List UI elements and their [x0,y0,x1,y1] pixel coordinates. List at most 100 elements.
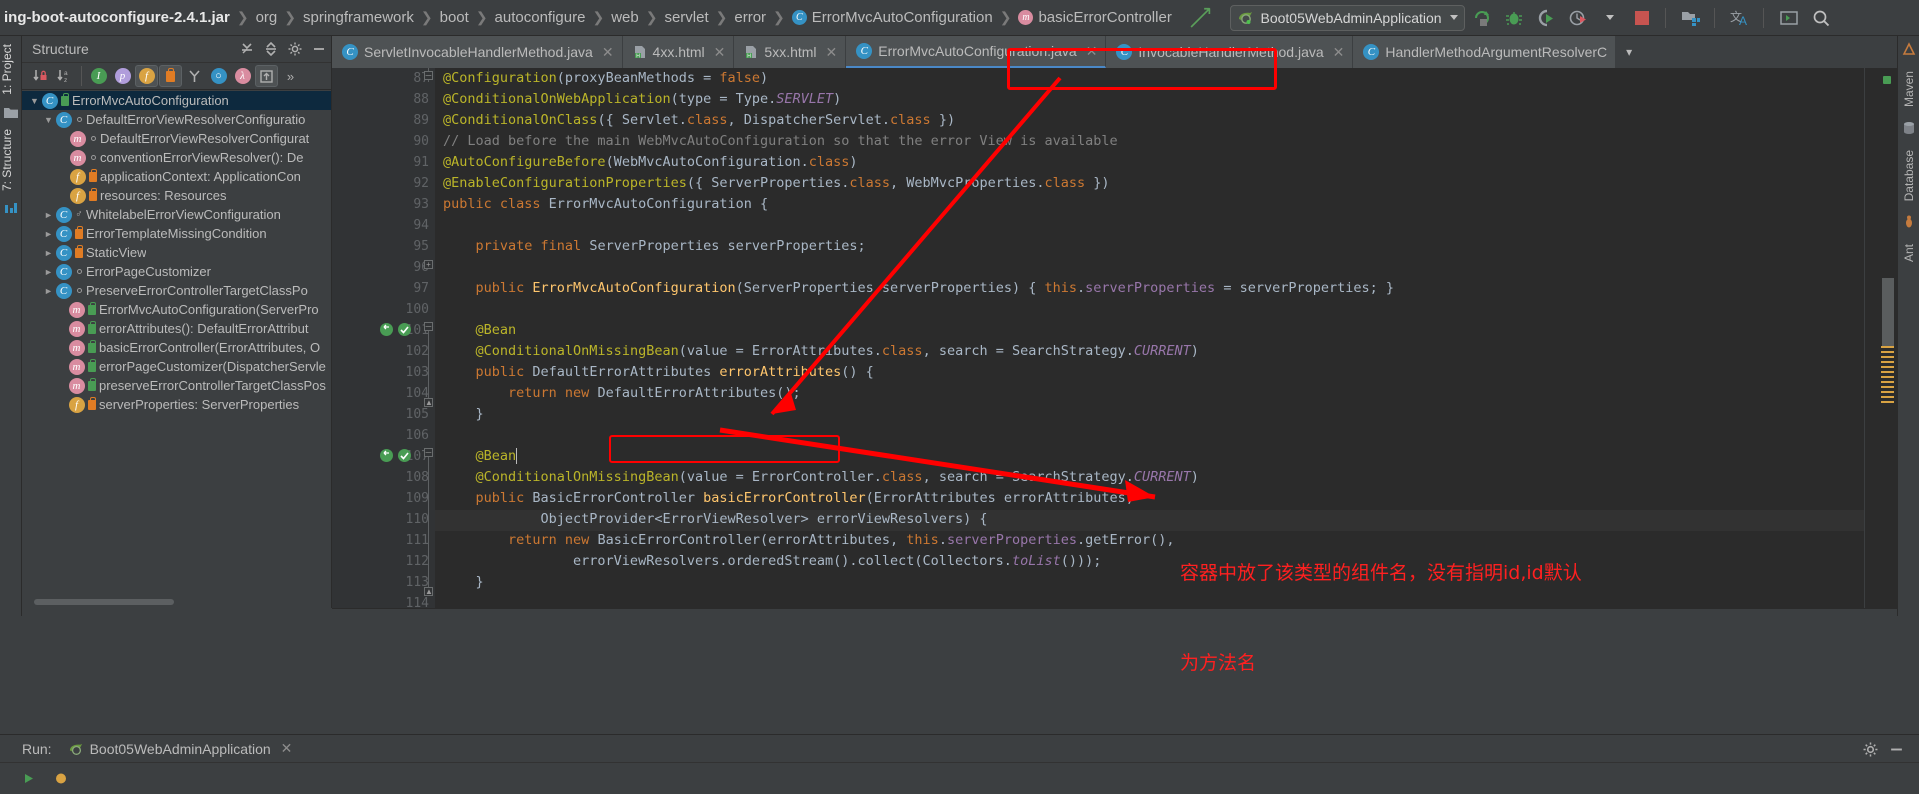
hide-icon[interactable] [1883,738,1909,760]
editor-tab-servlet-invocable-handler-method[interactable]: C ServletInvocableHandlerMethod.java ✕ [332,36,623,68]
hide-icon[interactable] [307,38,331,60]
breadcrumb-item-jar[interactable]: ing-boot-autoconfigure-2.4.1.jar [4,9,230,26]
run-with-coverage-button[interactable] [1531,5,1561,31]
group-by-icon[interactable] [183,65,206,87]
inspection-status-ok-icon[interactable] [1883,76,1891,84]
close-icon[interactable]: ✕ [714,44,726,61]
close-icon[interactable]: ✕ [1333,44,1345,61]
fold-marker[interactable]: ─ [424,71,433,80]
twisty-down-icon[interactable]: ▼ [42,115,55,125]
show-fields-icon[interactable]: f [135,65,158,87]
twisty-down-icon[interactable]: ▼ [28,96,41,106]
tree-node[interactable]: m errorAttributes(): DefaultErrorAttribu… [22,319,331,338]
close-icon[interactable]: ✕ [602,44,614,61]
gear-icon[interactable] [283,38,307,60]
tree-node[interactable]: f serverProperties: ServerProperties [22,395,331,414]
tree-node[interactable]: m DefaultErrorViewResolverConfigurat [22,129,331,148]
more-icon[interactable]: » [279,65,302,87]
chevron-down-icon[interactable] [1449,15,1458,20]
tree-node[interactable]: ► C ErrorPageCustomizer [22,262,331,281]
fold-marker[interactable]: ▲ [424,398,433,407]
breadcrumb-item-boot[interactable]: boot [440,9,469,26]
profiler-button[interactable] [1563,5,1593,31]
code-text[interactable]: @Configuration(proxyBeanMethods = false)… [435,68,1864,608]
stop-button[interactable] [1627,5,1657,31]
run-button[interactable] [1467,5,1497,31]
project-structure-button[interactable] [1676,5,1706,31]
tree-node[interactable]: ► C StaticView [22,243,331,262]
show-non-public-icon[interactable] [159,65,182,87]
breadcrumb-item-autoconfigure[interactable]: autoconfigure [495,9,586,26]
run-configuration-selector[interactable]: Boot05WebAdminApplication [1230,4,1465,31]
debug-button[interactable] [1499,5,1529,31]
tree-node[interactable]: ▼ C DefaultErrorViewResolverConfiguratio [22,110,331,129]
bottom-todo-icon[interactable] [54,772,68,785]
editor-gutter[interactable]: 87 88 89 90 91 92 93 94 95 96 97 100 101… [332,68,435,608]
breadcrumb-item-org[interactable]: org [256,9,278,26]
collapse-all-icon[interactable] [259,38,283,60]
fold-marker[interactable]: ▲ [424,587,433,596]
profiler-dropdown-icon[interactable] [1595,5,1625,31]
sidebar-item-ant[interactable]: Ant [1902,240,1916,266]
sidebar-item-maven[interactable]: Maven [1902,67,1916,111]
sort-by-visibility-icon[interactable] [28,65,51,87]
tree-node[interactable]: f applicationContext: ApplicationCon [22,167,331,186]
sidebar-item-structure[interactable]: 7: Structure [0,125,14,195]
spring-bean-icon[interactable] [397,448,412,468]
build-arrow-icon[interactable]: ⟶ [1181,0,1219,36]
editor-tab-error-mvc-auto-configuration[interactable]: C ErrorMvcAutoConfiguration.java ✕ [846,36,1107,68]
expand-all-icon[interactable] [235,38,259,60]
show-anonymous-icon[interactable]: ○ [207,65,230,87]
tree-node[interactable]: m errorPageCustomizer(DispatcherServle [22,357,331,376]
tree-node[interactable]: f resources: Resources [22,186,331,205]
tree-node[interactable]: m conventionErrorViewResolver(): De [22,148,331,167]
editor-tab-handler-method-argument-resolver[interactable]: C HandlerMethodArgumentResolverC [1353,36,1617,68]
twisty-right-icon[interactable]: ► [42,210,55,220]
show-lambdas-icon[interactable]: λ [231,65,254,87]
editor-tab-invocable-handler-method[interactable]: C InvocableHandlerMethod.java ✕ [1106,36,1354,68]
search-everywhere-button[interactable] [1806,5,1836,31]
favorites-icon[interactable] [0,202,21,215]
close-icon[interactable]: ✕ [1086,43,1098,60]
tree-node[interactable]: m basicErrorController(ErrorAttributes, … [22,338,331,357]
breadcrumb-item-class[interactable]: C ErrorMvcAutoConfiguration [791,9,993,26]
twisty-right-icon[interactable]: ► [42,286,55,296]
editor-tab-4xx-html[interactable]: H 4xx.html ✕ [622,36,735,68]
fold-marker[interactable]: ─ [424,448,433,457]
close-icon[interactable]: ✕ [826,44,838,61]
translate-button[interactable]: 文 A [1725,5,1755,31]
twisty-right-icon[interactable]: ► [42,248,55,258]
sort-alphabetically-icon[interactable]: az [52,65,75,87]
breadcrumb-item-method[interactable]: m basicErrorController [1018,9,1172,26]
sidebar-item-project[interactable]: 1: Project [0,40,14,99]
spring-bean-icon[interactable] [397,322,412,342]
sidebar-item-database[interactable]: Database [1902,146,1916,205]
tree-node[interactable]: ► C ♂ WhitelabelErrorViewConfiguration [22,205,331,224]
tree-node[interactable]: ► C ErrorTemplateMissingCondition [22,224,331,243]
fold-marker[interactable]: ─ [424,322,433,331]
close-icon[interactable]: ✕ [281,740,293,757]
gear-icon[interactable] [1857,738,1883,760]
show-properties-icon[interactable]: p [111,65,134,87]
show-inherited-icon[interactable]: I [87,65,110,87]
tree-node[interactable]: m preserveErrorControllerTargetClassPos [22,376,331,395]
tree-node[interactable]: m ErrorMvcAutoConfiguration(ServerPro [22,300,331,319]
twisty-right-icon[interactable]: ► [42,267,55,277]
code-analysis-markers[interactable] [1881,346,1894,406]
fold-marker[interactable]: + [424,260,433,269]
tree-node[interactable]: ▼ C ErrorMvcAutoConfiguration [22,91,331,110]
autoscroll-to-source-icon[interactable] [255,65,278,87]
breadcrumb-item-springframework[interactable]: springframework [303,9,414,26]
breadcrumb-item-servlet[interactable]: servlet [664,9,708,26]
breadcrumb-item-web[interactable]: web [611,9,639,26]
twisty-right-icon[interactable]: ► [42,229,55,239]
editor-tab-5xx-html[interactable]: H 5xx.html ✕ [734,36,847,68]
editor-marker-bar[interactable] [1864,68,1897,608]
bean-icon[interactable] [379,322,394,342]
tree-node[interactable]: ► C PreserveErrorControllerTargetClassPo [22,281,331,300]
bottom-run-icon[interactable] [22,772,36,785]
tab-list-chevron-icon[interactable]: ▾ [1616,36,1642,68]
run-tab[interactable]: Boot05WebAdminApplication ✕ [68,740,293,757]
breadcrumb-item-error[interactable]: error [734,9,766,26]
structure-tree[interactable]: ▼ C ErrorMvcAutoConfiguration ▼ C Defaul… [22,90,331,596]
